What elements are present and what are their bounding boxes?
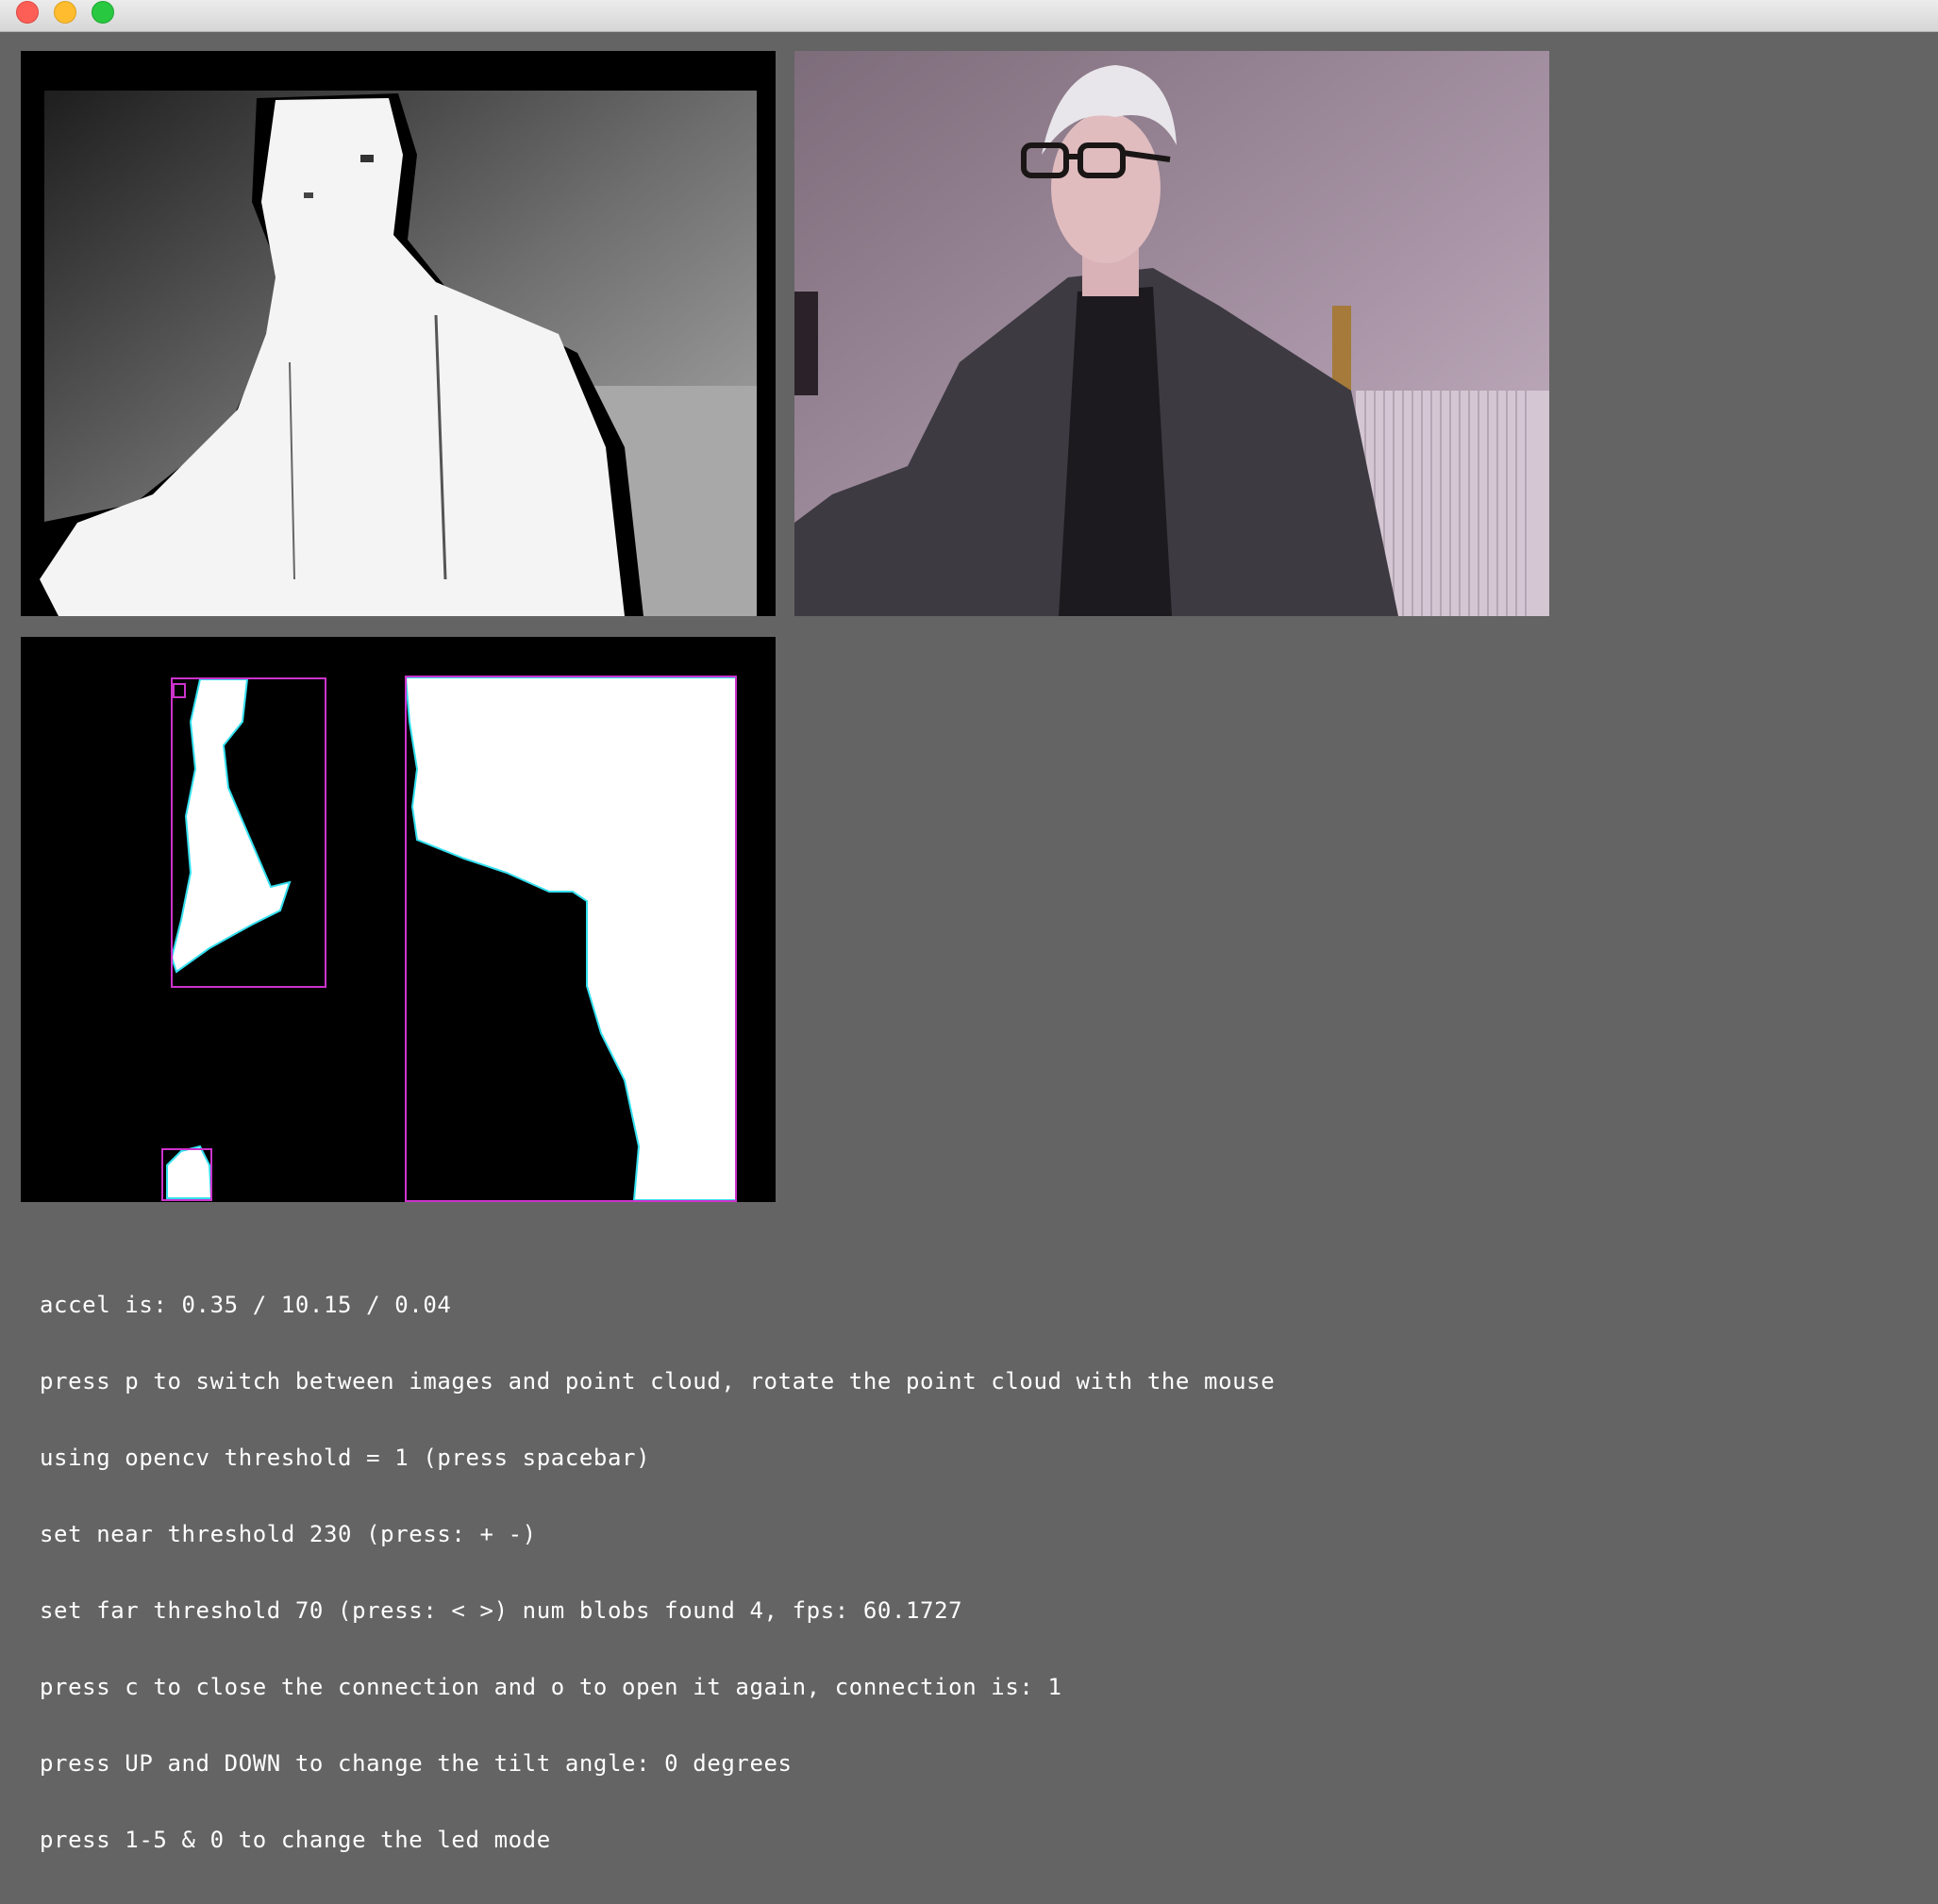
- rgb-camera-image: [794, 51, 1549, 616]
- maximize-window-button[interactable]: [92, 1, 114, 24]
- status-text-block: accel is: 0.35 / 10.15 / 0.04 press p to…: [40, 1242, 1275, 1904]
- threshold-blob-view[interactable]: [21, 637, 776, 1202]
- thresholded-blob-image: [21, 637, 776, 1202]
- tilt-angle-status: press UP and DOWN to change the tilt ang…: [40, 1750, 793, 1777]
- rgb-camera-view[interactable]: [794, 51, 1549, 616]
- depth-image: [21, 51, 776, 616]
- depth-image-view[interactable]: [21, 51, 776, 616]
- near-threshold-status: set near threshold 230 (press: + -): [40, 1521, 537, 1547]
- accel-readout: accel is: 0.35 / 10.15 / 0.04: [40, 1292, 452, 1318]
- led-mode-hint: press 1-5 & 0 to change the led mode: [40, 1827, 551, 1853]
- opencv-threshold-status: using opencv threshold = 1 (press spaceb…: [40, 1445, 651, 1471]
- connection-status: press c to close the connection and o to…: [40, 1674, 1062, 1700]
- minimize-window-button[interactable]: [54, 1, 76, 24]
- title-bar[interactable]: [0, 0, 1938, 32]
- point-cloud-hint: press p to switch between images and poi…: [40, 1368, 1276, 1395]
- far-threshold-status: set far threshold 70 (press: < >) num bl…: [40, 1597, 963, 1624]
- app-window: accel is: 0.35 / 10.15 / 0.04 press p to…: [0, 0, 1938, 1853]
- close-window-button[interactable]: [16, 1, 39, 24]
